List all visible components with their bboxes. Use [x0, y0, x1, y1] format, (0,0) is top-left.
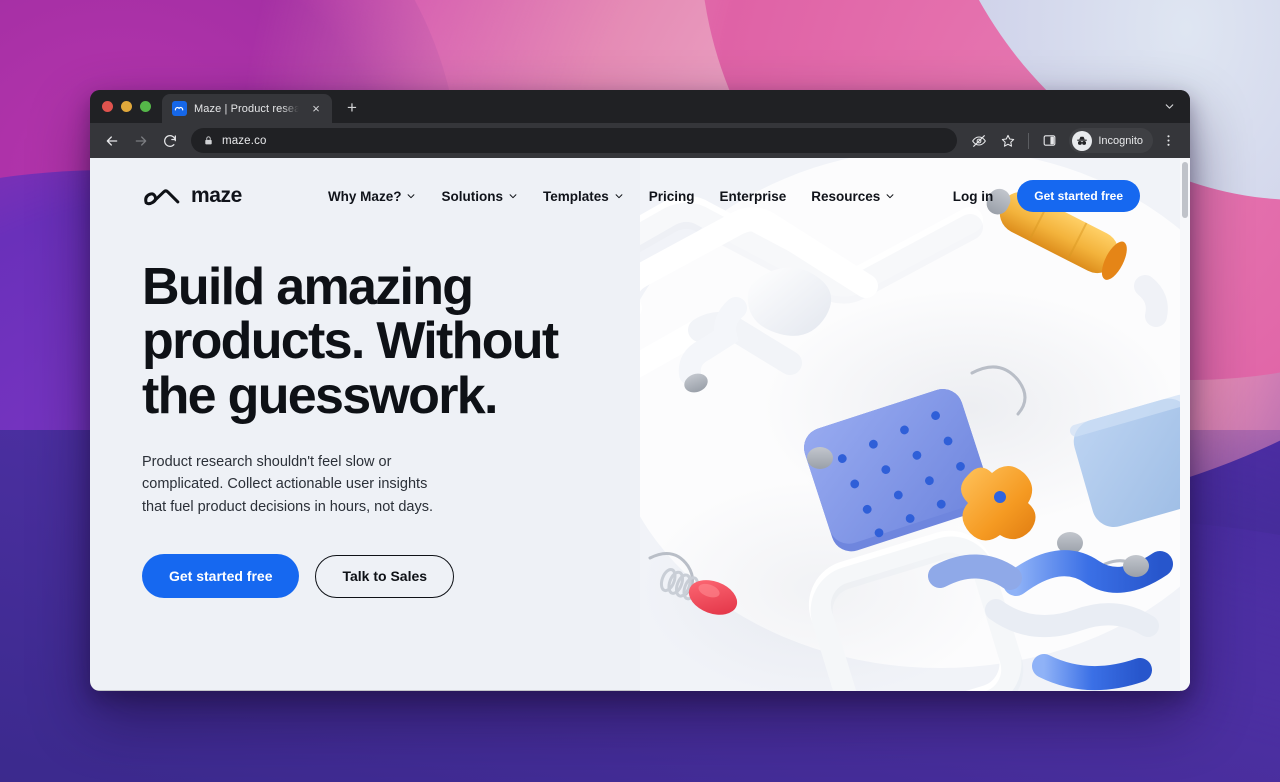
minimize-window-button[interactable]: [121, 101, 132, 112]
nav-item-resources[interactable]: Resources: [811, 189, 895, 204]
window-traffic-lights: [100, 90, 159, 123]
chevron-down-icon: [406, 189, 416, 204]
site-navigation: maze Why Maze? Solutions Templates Prici…: [90, 158, 1180, 234]
back-button[interactable]: [98, 127, 125, 154]
nav-item-solutions[interactable]: Solutions: [441, 189, 518, 204]
maximize-window-button[interactable]: [140, 101, 151, 112]
lock-icon: [203, 135, 214, 146]
chevron-down-icon: [508, 189, 518, 204]
close-window-button[interactable]: [102, 101, 113, 112]
nav-item-label: Enterprise: [719, 188, 787, 204]
browser-tab-title: Maze | Product research platfo: [194, 102, 301, 115]
page-scrollbar-thumb[interactable]: [1182, 162, 1188, 218]
nav-item-label: Solutions: [441, 188, 503, 204]
three-dot-menu-icon[interactable]: [1155, 127, 1182, 154]
hero-actions: Get started free Talk to Sales: [142, 554, 1180, 599]
nav-get-started-button[interactable]: Get started free: [1017, 180, 1140, 212]
maze-favicon: [172, 101, 187, 116]
page-title: Build amazing products. Without the gues…: [142, 258, 559, 425]
star-icon[interactable]: [994, 127, 1021, 154]
nav-item-templates[interactable]: Templates: [543, 189, 624, 204]
incognito-avatar-icon: [1072, 130, 1093, 151]
address-bar-url: maze.co: [222, 134, 267, 147]
nav-item-pricing[interactable]: Pricing: [649, 189, 695, 204]
new-tab-button[interactable]: +: [338, 94, 366, 122]
browser-tab[interactable]: Maze | Product research platfo ×: [162, 94, 332, 123]
eye-slash-icon[interactable]: [965, 127, 992, 154]
forward-button: [127, 127, 154, 154]
talk-to-sales-button[interactable]: Talk to Sales: [315, 554, 455, 598]
maze-logo-mark: [142, 185, 182, 208]
chevron-down-icon: [885, 189, 895, 204]
profile-label: Incognito: [1098, 134, 1143, 147]
nav-item-label: Why Maze?: [327, 188, 402, 204]
side-panel-icon[interactable]: [1036, 127, 1063, 154]
nav-item-why-maze[interactable]: Why Maze?: [328, 189, 417, 204]
toolbar-divider: [1028, 132, 1030, 149]
browser-toolbar: maze.co Incognito: [90, 123, 1190, 158]
hero-section: Build amazing products. Without the gues…: [90, 234, 1180, 599]
hero-subtitle: Product research shouldn't feel slow or …: [142, 453, 433, 515]
get-started-free-button[interactable]: Get started free: [142, 554, 300, 599]
address-bar[interactable]: maze.co: [191, 128, 958, 153]
page-scrollbar[interactable]: [1180, 158, 1190, 691]
toolbar-actions: Incognito: [965, 127, 1182, 154]
chevron-down-icon: [614, 189, 624, 204]
brand-logo[interactable]: maze: [142, 184, 242, 208]
maze-landing-page: maze Why Maze? Solutions Templates Prici…: [90, 158, 1180, 691]
reload-button[interactable]: [156, 127, 183, 154]
page-viewport: maze Why Maze? Solutions Templates Prici…: [90, 158, 1190, 691]
nav-right-actions: Log in Get started free: [953, 180, 1140, 212]
profile-incognito-button[interactable]: Incognito: [1069, 128, 1153, 153]
nav-item-enterprise[interactable]: Enterprise: [720, 189, 787, 204]
close-tab-button[interactable]: ×: [308, 101, 324, 117]
browser-window: Maze | Product research platfo × +: [90, 90, 1190, 691]
nav-item-label: Templates: [542, 188, 609, 204]
browser-tab-strip: Maze | Product research platfo × +: [90, 90, 1190, 123]
nav-links: Why Maze? Solutions Templates Pricing En…: [328, 189, 895, 204]
brand-name: maze: [191, 184, 242, 207]
desktop-wallpaper: Maze | Product research platfo × +: [0, 0, 1280, 782]
nav-item-label: Pricing: [648, 188, 695, 204]
nav-item-label: Resources: [811, 188, 881, 204]
tabstrip-expand-icon[interactable]: [1156, 90, 1182, 123]
login-link[interactable]: Log in: [953, 189, 994, 204]
